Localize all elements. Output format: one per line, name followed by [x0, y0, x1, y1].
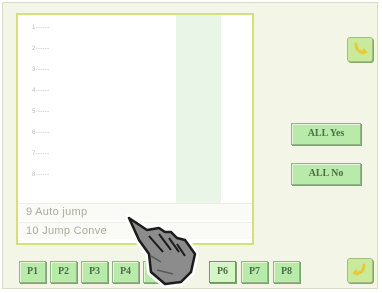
hmi-screen: 1------ 2------ 3------ 4------ 5------ …: [2, 2, 378, 289]
list-item[interactable]: 1------: [32, 25, 49, 31]
enter-arrow-icon: [352, 263, 366, 276]
page-button-p7[interactable]: P7: [241, 261, 268, 283]
return-arrow-icon: [354, 42, 368, 55]
list-item[interactable]: 7------: [32, 151, 49, 157]
hand-pointer-cursor: [125, 214, 199, 288]
list-item[interactable]: 6------: [32, 130, 49, 136]
return-button[interactable]: [347, 37, 373, 62]
page-button-p8[interactable]: P8: [273, 261, 300, 283]
all-no-button[interactable]: ALL No: [291, 163, 361, 185]
page-button-p6[interactable]: P6: [209, 261, 236, 283]
enter-button[interactable]: [347, 258, 373, 283]
page-button-p2[interactable]: P2: [50, 261, 77, 283]
list-item[interactable]: 3------: [32, 67, 49, 73]
list-item[interactable]: 4------: [32, 88, 49, 94]
all-yes-button[interactable]: ALL Yes: [291, 123, 361, 145]
selection-list: 1------ 2------ 3------ 4------ 5------ …: [16, 13, 254, 245]
page-button-p3[interactable]: P3: [81, 261, 108, 283]
list-item[interactable]: 8------: [32, 172, 49, 178]
list-column-shade: [176, 15, 221, 203]
list-item[interactable]: 5------: [32, 109, 49, 115]
page-button-p1[interactable]: P1: [19, 261, 46, 283]
list-item[interactable]: 2------: [32, 46, 49, 52]
